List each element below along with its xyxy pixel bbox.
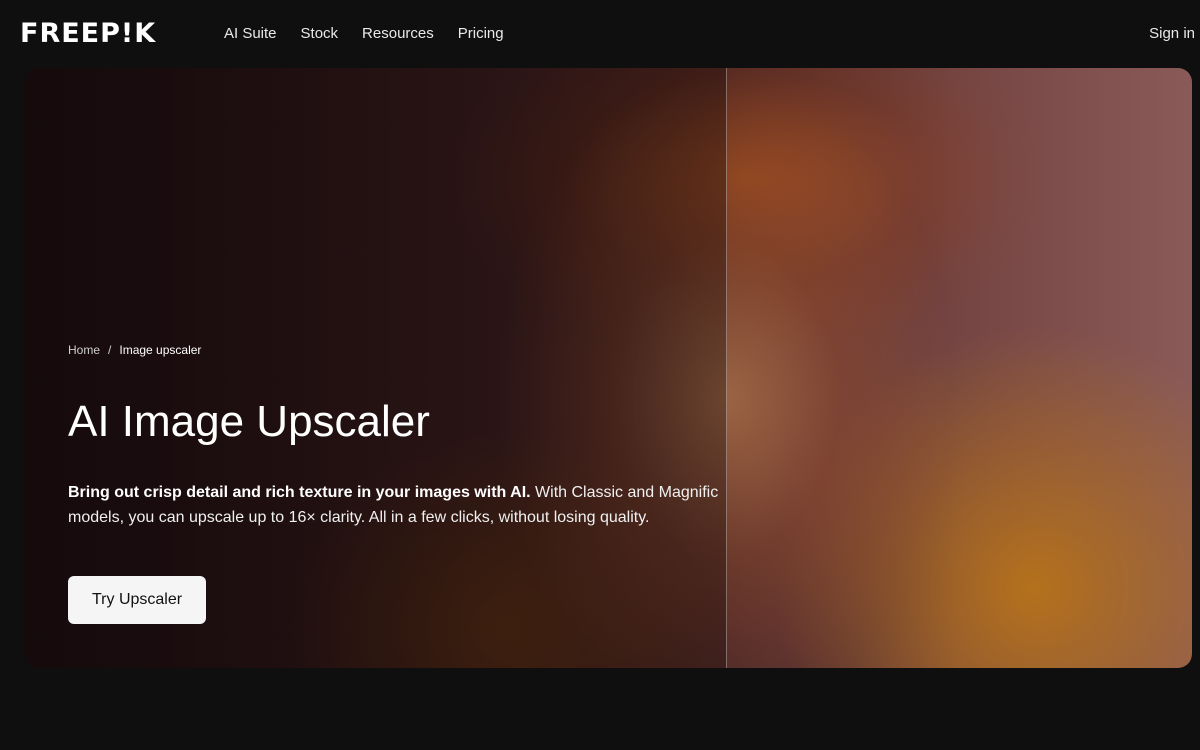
breadcrumb: Home / Image upscaler bbox=[68, 342, 201, 358]
page-title: AI Image Upscaler bbox=[68, 397, 430, 446]
nav-ai-suite[interactable]: AI Suite bbox=[224, 24, 277, 44]
hero-description: Bring out crisp detail and rich texture … bbox=[68, 480, 758, 530]
breadcrumb-home[interactable]: Home bbox=[68, 342, 100, 358]
comparison-divider[interactable] bbox=[726, 68, 727, 668]
nav-pricing[interactable]: Pricing bbox=[458, 24, 504, 44]
freepik-logo[interactable]: FREEP!K bbox=[20, 19, 156, 49]
hero-section: Home / Image upscaler AI Image Upscaler … bbox=[24, 68, 1192, 668]
breadcrumb-current: Image upscaler bbox=[119, 343, 202, 357]
hero-description-bold: Bring out crisp detail and rich texture … bbox=[68, 484, 531, 501]
nav-resources[interactable]: Resources bbox=[362, 24, 434, 44]
try-upscaler-button[interactable]: Try Upscaler bbox=[68, 576, 207, 624]
sign-in-link[interactable]: Sign in bbox=[1149, 24, 1195, 44]
site-header: FREEP!K AI Suite Stock Resources Pricing… bbox=[0, 0, 1200, 68]
nav-stock[interactable]: Stock bbox=[301, 24, 339, 44]
breadcrumb-separator: / bbox=[108, 343, 112, 357]
main-nav: AI Suite Stock Resources Pricing bbox=[224, 24, 504, 44]
